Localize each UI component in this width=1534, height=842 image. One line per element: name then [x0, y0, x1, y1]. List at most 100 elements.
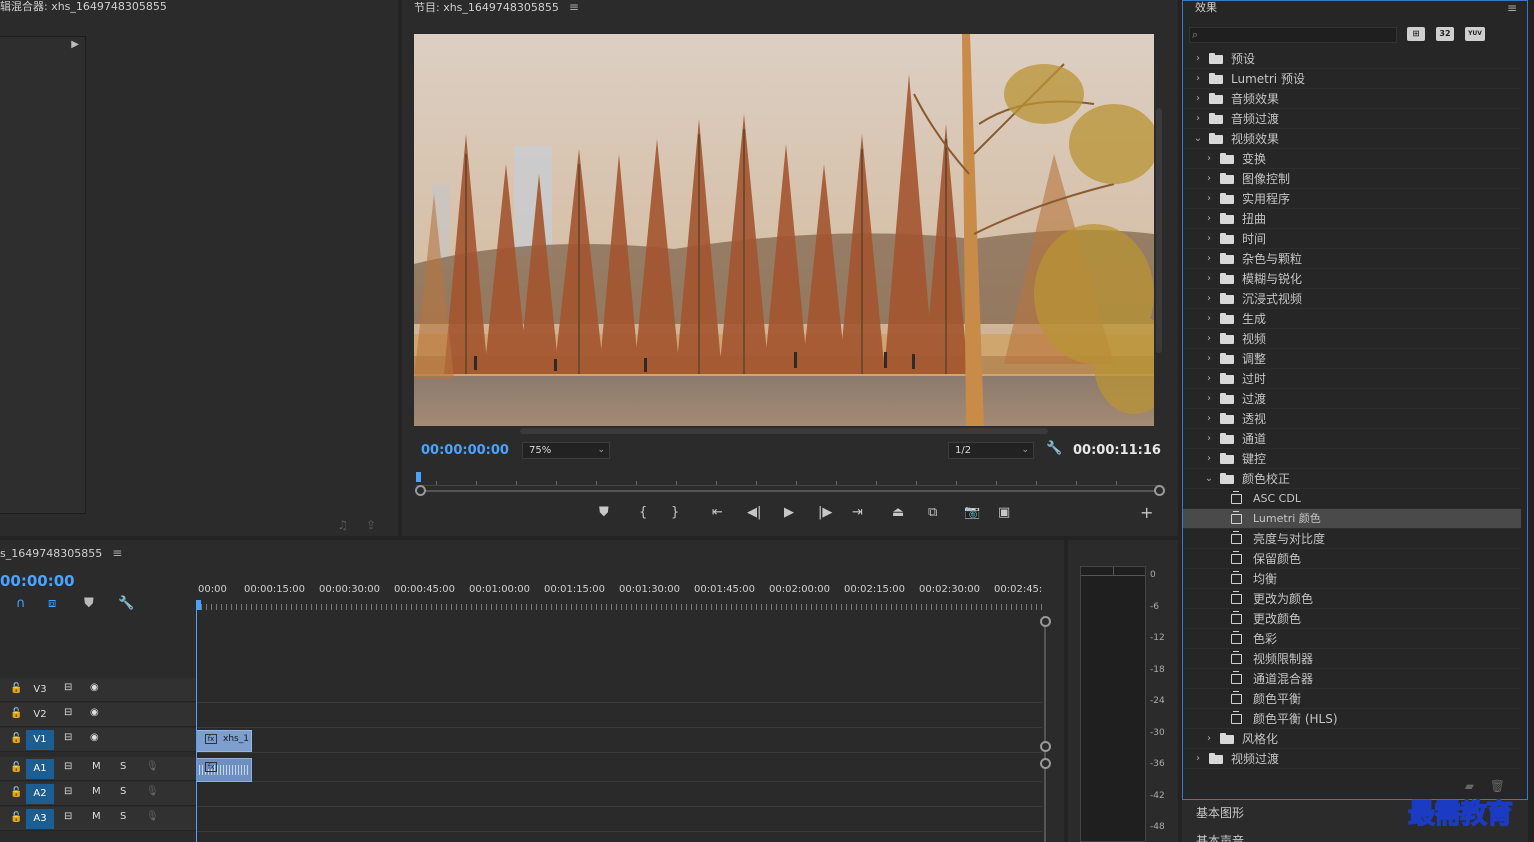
chevron-right-icon[interactable]: › — [1204, 409, 1214, 429]
effect-item[interactable]: ASC CDL — [1183, 489, 1521, 509]
lock-icon[interactable]: 🔓 — [10, 733, 22, 744]
zoom-dropdown[interactable]: 75% ⌄ — [522, 442, 610, 459]
solo-button[interactable]: S — [120, 811, 126, 822]
effects-folder-item[interactable]: › 预设 — [1183, 49, 1521, 69]
effects-folder-item[interactable]: › 风格化 — [1183, 729, 1521, 749]
lock-icon[interactable]: 🔓 — [10, 787, 22, 798]
extract-icon[interactable]: ⧉ — [928, 505, 937, 520]
eye-icon[interactable]: ◉ — [90, 682, 99, 693]
mute-button[interactable]: M — [92, 786, 101, 797]
scroll-handle-audio[interactable] — [1040, 758, 1051, 769]
effects-folder-item[interactable]: › 变换 — [1183, 149, 1521, 169]
chevron-right-icon[interactable]: › — [1204, 349, 1214, 369]
track-header-v1[interactable]: 🔓 V1 ⊟ ◉ — [0, 728, 196, 752]
timeline-playhead[interactable] — [196, 600, 201, 610]
toggle-sync-icon[interactable]: ⊟ — [64, 786, 72, 797]
effects-folder-item[interactable]: › 生成 — [1183, 309, 1521, 329]
track-target-toggle[interactable]: A2 — [26, 784, 54, 804]
effects-folder-item[interactable]: › 透视 — [1183, 409, 1521, 429]
effects-folder-item[interactable]: ⌄ 颜色校正 — [1183, 469, 1521, 489]
effects-folder-item[interactable]: › 模糊与锐化 — [1183, 269, 1521, 289]
track-target-toggle[interactable]: V2 — [26, 705, 54, 725]
lock-icon[interactable]: 🔓 — [10, 762, 22, 773]
lift-icon[interactable]: ⏏ — [892, 505, 904, 520]
eye-icon[interactable]: ◉ — [90, 707, 99, 718]
effect-item[interactable]: 颜色平衡 (HLS) — [1183, 709, 1521, 729]
track-header-a3[interactable]: 🔓 A3 ⊟ M S 🎙 — [0, 807, 196, 831]
audio-note-icon[interactable]: ♫ — [337, 518, 348, 532]
chevron-right-icon[interactable]: › — [1204, 329, 1214, 349]
go-to-in-icon[interactable]: ⇤ — [712, 505, 723, 520]
effects-folder-item[interactable]: › 视频过渡 — [1183, 749, 1521, 769]
effect-item[interactable]: 视频限制器 — [1183, 649, 1521, 669]
toggle-sync-icon[interactable]: ⊟ — [64, 732, 72, 743]
camera-icon[interactable]: 📷 — [964, 505, 980, 520]
add-marker-icon[interactable]: ⛊ — [84, 596, 94, 611]
snap-magnet-icon[interactable]: ∩ — [16, 596, 26, 611]
effects-folder-item[interactable]: › 键控 — [1183, 449, 1521, 469]
microphone-icon[interactable]: 🎙 — [146, 761, 159, 772]
effects-folder-item[interactable]: › 音频效果 — [1183, 89, 1521, 109]
effects-folder-item[interactable]: › 图像控制 — [1183, 169, 1521, 189]
chevron-right-icon[interactable]: › — [1204, 429, 1214, 449]
chevron-right-icon[interactable]: › — [1204, 309, 1214, 329]
effect-item[interactable]: 均衡 — [1183, 569, 1521, 589]
effects-folder-item[interactable]: ⌄ 视频效果 — [1183, 129, 1521, 149]
add-marker-icon[interactable]: ⛊ — [599, 505, 609, 520]
chevron-right-icon[interactable]: › — [1204, 729, 1214, 749]
track-target-toggle[interactable]: A3 — [26, 809, 54, 829]
solo-button[interactable]: S — [120, 761, 126, 772]
lock-icon[interactable]: 🔓 — [10, 683, 22, 694]
microphone-icon[interactable]: 🎙 — [146, 811, 159, 822]
32bit-effects-button[interactable]: 32 — [1436, 27, 1454, 41]
linked-selection-icon[interactable]: ⧈ — [48, 596, 56, 611]
track-header-v3[interactable]: 🔓 V3 ⊟ ◉ — [0, 678, 196, 702]
effect-item[interactable]: 色彩 — [1183, 629, 1521, 649]
export-icon[interactable]: ⇪ — [366, 518, 376, 532]
chevron-right-icon[interactable]: › — [1204, 249, 1214, 269]
tracks-area[interactable] — [196, 610, 1042, 842]
resolution-dropdown[interactable]: 1/2 ⌄ — [948, 442, 1034, 459]
lock-icon[interactable]: 🔓 — [10, 708, 22, 719]
wrench-icon[interactable]: 🔧 — [1046, 441, 1062, 456]
video-horizontal-scrollbar[interactable] — [520, 428, 1048, 434]
chevron-right-icon[interactable]: › — [1193, 749, 1203, 769]
timeline-vertical-scroll-track[interactable] — [1044, 620, 1046, 842]
chevron-right-icon[interactable]: › — [1193, 89, 1203, 109]
play-icon[interactable]: ▶ — [784, 505, 794, 520]
new-bin-icon[interactable]: ▰ — [1465, 779, 1474, 793]
zoom-scroll-track[interactable] — [418, 490, 1160, 492]
effect-item[interactable]: 通道混合器 — [1183, 669, 1521, 689]
compare-icon[interactable]: ▣ — [998, 505, 1010, 520]
essential-graphics-tab[interactable]: 基本图形 — [1196, 804, 1244, 821]
effects-folder-item[interactable]: › 沉浸式视频 — [1183, 289, 1521, 309]
chevron-right-icon[interactable]: › — [1204, 229, 1214, 249]
timeline-panel-title[interactable]: s_1649748305855 ≡ — [0, 546, 122, 562]
track-header-v2[interactable]: 🔓 V2 ⊟ ◉ — [0, 703, 196, 727]
mark-in-icon[interactable]: { — [639, 505, 647, 520]
eye-icon[interactable]: ◉ — [90, 732, 99, 743]
mute-button[interactable]: M — [92, 761, 101, 772]
track-target-toggle[interactable]: V3 — [26, 680, 54, 700]
effect-item[interactable]: 颜色平衡 — [1183, 689, 1521, 709]
effects-folder-item[interactable]: › 扭曲 — [1183, 209, 1521, 229]
effects-folder-item[interactable]: › 过渡 — [1183, 389, 1521, 409]
chevron-right-icon[interactable]: › — [1204, 269, 1214, 289]
effects-folder-item[interactable]: › 音频过渡 — [1183, 109, 1521, 129]
effects-panel-title[interactable]: 效果 — [1195, 1, 1217, 17]
effects-folder-item[interactable]: › 过时 — [1183, 369, 1521, 389]
video-preview[interactable] — [414, 34, 1154, 426]
program-panel-title[interactable]: 节目: xhs_1649748305855 ≡ — [414, 0, 579, 16]
go-to-out-icon[interactable]: ⇥ — [852, 505, 863, 520]
timeline-timecode[interactable]: 00:00:00 — [0, 572, 75, 590]
effects-search-input[interactable]: ⌕ — [1189, 27, 1397, 43]
effect-item[interactable]: 更改颜色 — [1183, 609, 1521, 629]
track-header-a1[interactable]: 🔓 A1 ⊟ M S 🎙 — [0, 757, 196, 781]
microphone-icon[interactable]: 🎙 — [146, 786, 159, 797]
scroll-handle-mid[interactable] — [1040, 741, 1051, 752]
wrench-icon[interactable]: 🔧 — [118, 596, 134, 611]
track-target-toggle[interactable]: V1 — [26, 730, 54, 750]
program-time-ruler[interactable] — [416, 470, 1160, 486]
zoom-handle-right[interactable] — [1154, 485, 1165, 496]
add-button-icon[interactable]: + — [1140, 503, 1153, 522]
